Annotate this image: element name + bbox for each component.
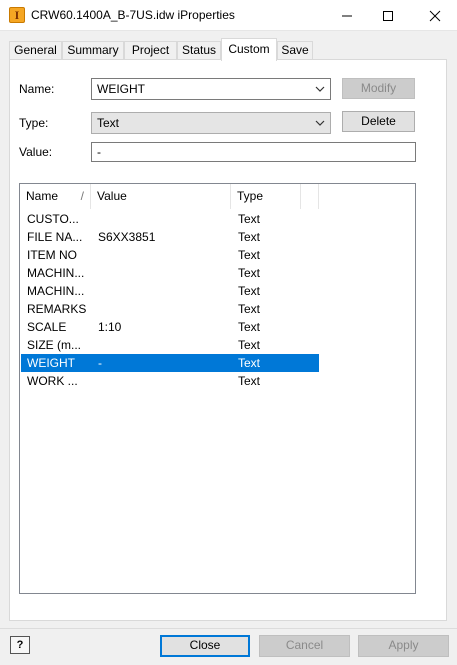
list-item[interactable]: REMARKS Text: [21, 300, 319, 318]
list-cell-name: SCALE: [27, 320, 67, 334]
name-value: WEIGHT: [97, 82, 145, 96]
close-icon: [429, 10, 441, 22]
list-cell-type: Text: [238, 320, 261, 334]
type-combobox[interactable]: Text: [91, 112, 331, 134]
column-header-value[interactable]: Value: [91, 184, 231, 209]
list-cell-name: REMARKS: [27, 302, 87, 316]
list-item[interactable]: FILE NA... S6XX3851 Text: [21, 228, 319, 246]
apply-button[interactable]: Apply: [358, 635, 449, 657]
list-item[interactable]: ITEM NO Text: [21, 246, 319, 264]
cancel-button[interactable]: Cancel: [259, 635, 350, 657]
name-label: Name:: [19, 82, 55, 96]
column-header-spacer: [301, 184, 319, 209]
list-cell-value: S6XX3851: [98, 230, 156, 244]
list-cell-type: Text: [238, 302, 261, 316]
list-cell-type: Text: [238, 266, 261, 280]
tab-project[interactable]: Project: [124, 41, 177, 60]
list-cell-type: Text: [238, 374, 261, 388]
list-cell-type: Text: [238, 284, 261, 298]
tab-status[interactable]: Status: [177, 41, 221, 60]
delete-button[interactable]: Delete: [342, 111, 415, 132]
tab-custom[interactable]: Custom: [221, 38, 277, 61]
list-cell-value: -: [98, 356, 102, 370]
properties-list[interactable]: Name / Value Type CUSTO... Text FILE NA...…: [19, 183, 416, 594]
column-header-type[interactable]: Type: [231, 184, 301, 209]
help-button[interactable]: ?: [10, 636, 30, 654]
name-combobox[interactable]: WEIGHT: [91, 78, 331, 100]
type-label: Type:: [19, 116, 49, 130]
list-cell-value: 1:10: [98, 320, 122, 334]
list-header: Name / Value Type: [20, 184, 415, 209]
maximize-button[interactable]: [366, 0, 410, 31]
list-item[interactable]: MACHIN... Text: [21, 264, 319, 282]
value-label: Value:: [19, 145, 53, 159]
list-cell-name: MACHIN...: [27, 284, 85, 298]
list-cell-type: Text: [238, 338, 261, 352]
list-cell-type: Text: [238, 248, 261, 262]
list-item[interactable]: WORK ... Text: [21, 372, 319, 390]
list-cell-type: Text: [238, 212, 261, 226]
column-header-name[interactable]: Name /: [20, 184, 91, 209]
minimize-icon: [342, 15, 352, 17]
type-value: Text: [97, 116, 120, 130]
close-button[interactable]: Close: [160, 635, 250, 657]
list-item[interactable]: WEIGHT - Text: [21, 354, 319, 372]
tab-summary[interactable]: Summary: [62, 41, 124, 60]
list-cell-name: CUSTO...: [27, 212, 79, 226]
tab-save[interactable]: Save: [277, 41, 313, 60]
list-cell-type: Text: [238, 230, 261, 244]
tab-general[interactable]: General: [9, 41, 62, 60]
modify-button[interactable]: Modify: [342, 78, 415, 99]
chevron-down-icon: [315, 86, 325, 92]
list-cell-name: MACHIN...: [27, 266, 85, 280]
footer-divider: [0, 628, 457, 629]
list-cell-name: FILE NA...: [27, 230, 83, 244]
list-cell-name: WEIGHT: [27, 356, 75, 370]
title-bar: I CRW60.1400A_B-7US.idw iProperties: [0, 0, 457, 31]
value-input[interactable]: -: [91, 142, 416, 162]
list-item[interactable]: SCALE 1:10 Text: [21, 318, 319, 336]
inventor-app-icon: I: [9, 7, 25, 23]
list-cell-name: ITEM NO: [27, 248, 77, 262]
list-cell-name: SIZE (m...: [27, 338, 81, 352]
chevron-down-icon: [315, 120, 325, 126]
minimize-button[interactable]: [325, 0, 369, 31]
list-cell-name: WORK ...: [27, 374, 78, 388]
list-item[interactable]: CUSTO... Text: [21, 210, 319, 228]
maximize-icon: [383, 11, 393, 21]
list-item[interactable]: MACHIN... Text: [21, 282, 319, 300]
sort-indicator-icon: /: [80, 189, 84, 203]
list-cell-type: Text: [238, 356, 261, 370]
close-window-button[interactable]: [413, 0, 457, 31]
list-item[interactable]: SIZE (m... Text: [21, 336, 319, 354]
window-title: CRW60.1400A_B-7US.idw iProperties: [31, 8, 235, 22]
